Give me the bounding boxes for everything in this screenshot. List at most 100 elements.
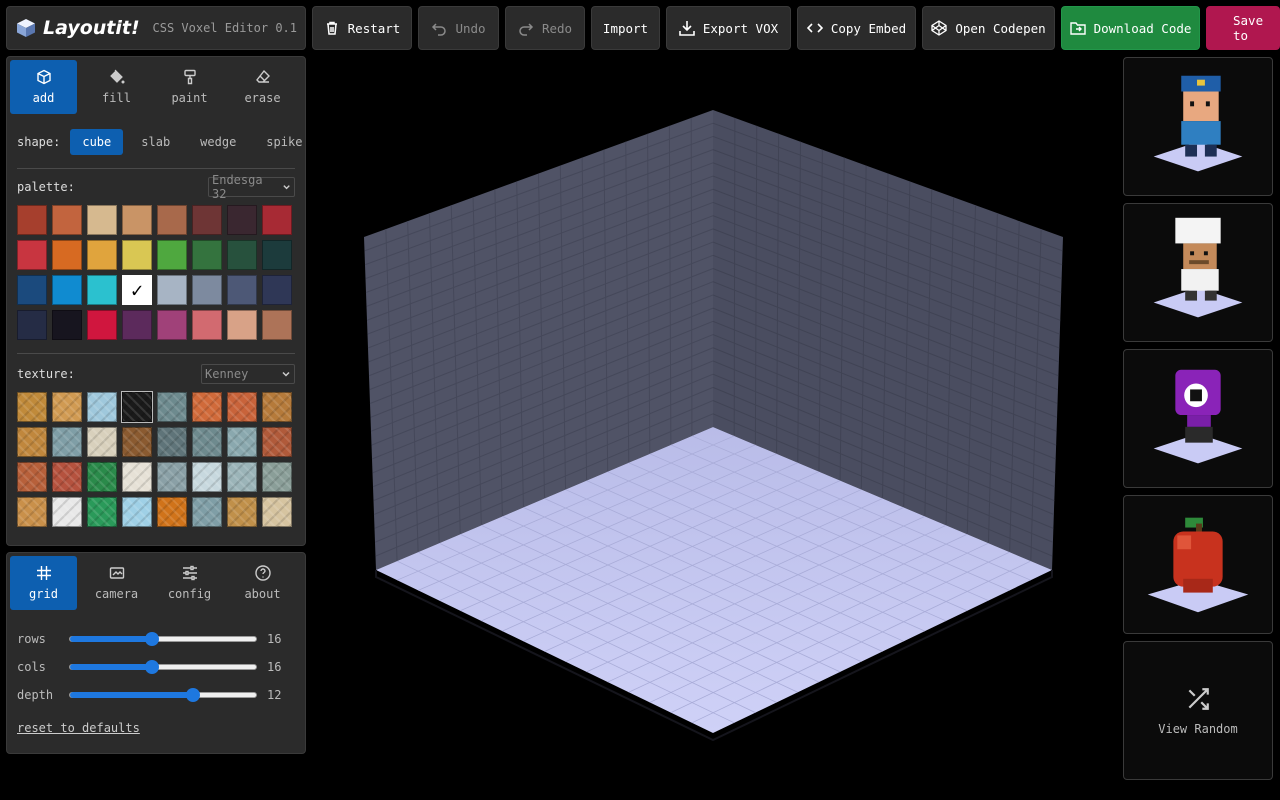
- download-code-button[interactable]: Download Code: [1061, 6, 1200, 50]
- palette-swatch[interactable]: [52, 240, 82, 270]
- palette-swatch[interactable]: [52, 205, 82, 235]
- texture-tile[interactable]: [262, 427, 292, 457]
- tool-fill[interactable]: fill: [83, 60, 150, 114]
- gallery-item-police[interactable]: [1123, 57, 1273, 196]
- slider-thumb[interactable]: [185, 688, 200, 702]
- palette-swatch[interactable]: [17, 310, 47, 340]
- texture-select[interactable]: Kenney: [201, 364, 295, 384]
- view-random-button[interactable]: View Random: [1123, 641, 1273, 780]
- texture-tile[interactable]: [52, 497, 82, 527]
- shape-slab-button[interactable]: slab: [129, 129, 182, 155]
- rows-slider[interactable]: [69, 632, 257, 646]
- palette-swatch[interactable]: [122, 310, 152, 340]
- tab-config[interactable]: config: [156, 556, 223, 610]
- palette-swatch[interactable]: [87, 275, 117, 305]
- palette-swatch[interactable]: [157, 310, 187, 340]
- texture-tile[interactable]: [157, 462, 187, 492]
- depth-slider[interactable]: [69, 688, 257, 702]
- palette-swatch[interactable]: [227, 275, 257, 305]
- texture-tile[interactable]: [157, 497, 187, 527]
- gallery-item-chef[interactable]: [1123, 203, 1273, 342]
- voxel-stage[interactable]: [350, 100, 1070, 745]
- texture-tile[interactable]: [157, 427, 187, 457]
- undo-button[interactable]: Undo: [418, 6, 499, 50]
- texture-tile[interactable]: [227, 392, 257, 422]
- palette-swatch[interactable]: [157, 240, 187, 270]
- palette-swatch[interactable]: [227, 205, 257, 235]
- texture-tile[interactable]: [52, 462, 82, 492]
- redo-button[interactable]: Redo: [505, 6, 585, 50]
- tab-about[interactable]: about: [229, 556, 296, 610]
- texture-tile[interactable]: [17, 427, 47, 457]
- palette-swatch[interactable]: [52, 310, 82, 340]
- palette-swatch[interactable]: [122, 240, 152, 270]
- palette-swatch[interactable]: [157, 275, 187, 305]
- palette-swatch[interactable]: [52, 275, 82, 305]
- texture-tile[interactable]: [17, 462, 47, 492]
- palette-swatch[interactable]: [17, 240, 47, 270]
- texture-tile[interactable]: [52, 427, 82, 457]
- texture-tile[interactable]: [192, 497, 222, 527]
- palette-swatch[interactable]: [192, 275, 222, 305]
- texture-tile[interactable]: [192, 462, 222, 492]
- palette-swatch[interactable]: [262, 275, 292, 305]
- palette-swatch[interactable]: [227, 310, 257, 340]
- texture-tile[interactable]: [17, 497, 47, 527]
- open-codepen-button[interactable]: Open Codepen: [922, 6, 1055, 50]
- palette-swatch[interactable]: [17, 275, 47, 305]
- palette-swatch[interactable]: [192, 310, 222, 340]
- palette-swatch[interactable]: [192, 240, 222, 270]
- texture-tile[interactable]: [227, 497, 257, 527]
- texture-tile[interactable]: [87, 497, 117, 527]
- palette-swatch[interactable]: [87, 240, 117, 270]
- texture-tile[interactable]: [262, 497, 292, 527]
- tool-erase[interactable]: erase: [229, 60, 296, 114]
- texture-tile[interactable]: [87, 392, 117, 422]
- palette-swatch[interactable]: [262, 240, 292, 270]
- texture-tile[interactable]: [262, 462, 292, 492]
- texture-tile[interactable]: [122, 427, 152, 457]
- tab-grid[interactable]: grid: [10, 556, 77, 610]
- texture-tile[interactable]: [17, 392, 47, 422]
- palette-swatch[interactable]: [262, 310, 292, 340]
- copy-embed-button[interactable]: Copy Embed: [797, 6, 916, 50]
- texture-tile[interactable]: [87, 427, 117, 457]
- slider-thumb[interactable]: [144, 660, 159, 674]
- texture-tile[interactable]: [122, 497, 152, 527]
- texture-tile[interactable]: [262, 392, 292, 422]
- texture-tile[interactable]: [87, 462, 117, 492]
- palette-swatch[interactable]: [192, 205, 222, 235]
- gallery-item-cyclops[interactable]: [1123, 349, 1273, 488]
- texture-tile[interactable]: [52, 392, 82, 422]
- palette-swatch[interactable]: [227, 240, 257, 270]
- texture-tile[interactable]: [122, 462, 152, 492]
- reset-defaults-link[interactable]: reset to defaults: [17, 721, 140, 735]
- tool-add[interactable]: add: [10, 60, 77, 114]
- cols-slider[interactable]: [69, 660, 257, 674]
- save-button[interactable]: Save to: [1206, 6, 1280, 50]
- slider-thumb[interactable]: [144, 632, 159, 646]
- shape-spike-button[interactable]: spike: [254, 129, 314, 155]
- palette-swatch[interactable]: [17, 205, 47, 235]
- tool-paint[interactable]: paint: [156, 60, 223, 114]
- restart-button[interactable]: Restart: [312, 6, 412, 50]
- shape-wedge-button[interactable]: wedge: [188, 129, 248, 155]
- texture-tile[interactable]: [227, 427, 257, 457]
- texture-tile[interactable]: [192, 427, 222, 457]
- tab-camera[interactable]: camera: [83, 556, 150, 610]
- texture-tile[interactable]: [157, 392, 187, 422]
- palette-swatch[interactable]: [122, 205, 152, 235]
- palette-swatch[interactable]: [262, 205, 292, 235]
- export-vox-button[interactable]: Export VOX: [666, 6, 791, 50]
- gallery-item-apple[interactable]: [1123, 495, 1273, 634]
- palette-swatch[interactable]: [87, 205, 117, 235]
- palette-swatch[interactable]: [157, 205, 187, 235]
- import-button[interactable]: Import: [591, 6, 660, 50]
- texture-tile[interactable]: [192, 392, 222, 422]
- palette-swatch[interactable]: [87, 310, 117, 340]
- palette-swatch[interactable]: ✓: [122, 275, 152, 305]
- palette-select[interactable]: Endesga 32: [208, 173, 295, 201]
- texture-tile[interactable]: [121, 391, 153, 423]
- shape-cube-button[interactable]: cube: [70, 129, 124, 155]
- texture-tile[interactable]: [227, 462, 257, 492]
